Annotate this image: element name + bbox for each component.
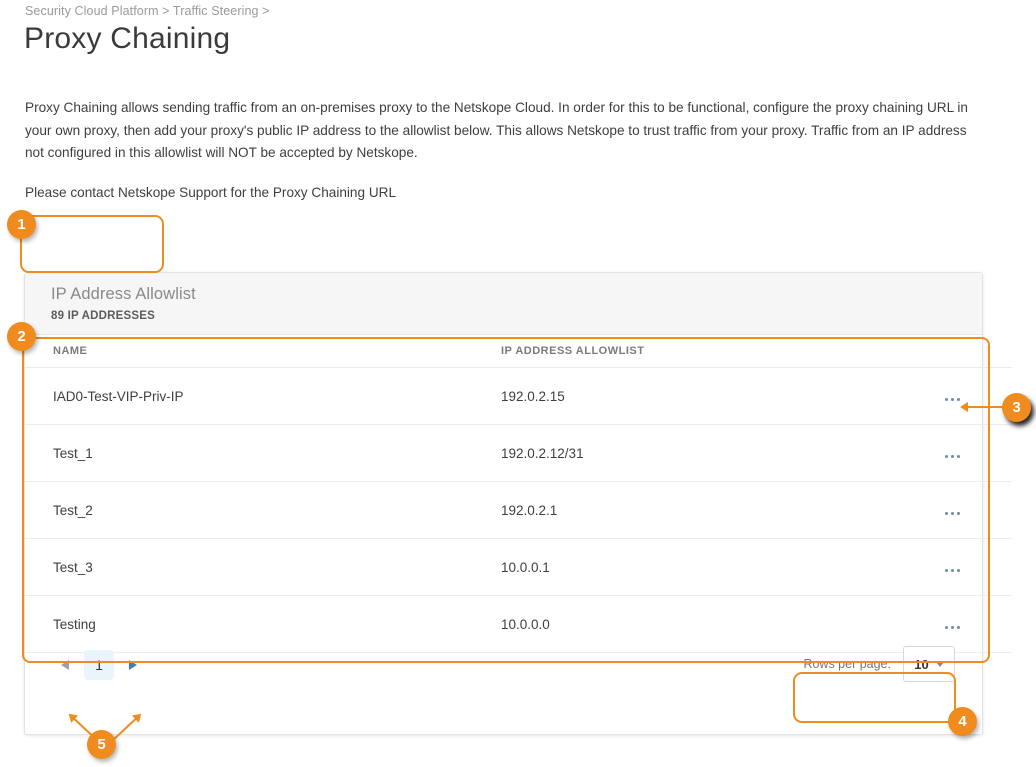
callout-badge-1: 1 — [7, 210, 36, 239]
cell-name: Test_3 — [25, 538, 501, 596]
card-footer: 1 Rows per page: 10 — [25, 636, 982, 734]
callout-badge-4: 4 — [948, 707, 977, 736]
description-paragraph-2: Please contact Netskope Support for the … — [25, 185, 397, 200]
add-ip-address-button[interactable]: ADD IP ADDRESS — [28, 223, 152, 261]
column-header-actions — [941, 335, 1012, 368]
table-row[interactable]: Test_2 192.0.2.1 — [25, 481, 1012, 539]
ellipsis-icon[interactable] — [941, 454, 963, 458]
rows-per-page-select[interactable]: 10 — [903, 646, 955, 682]
cell-name: Test_2 — [25, 481, 501, 539]
card-title: IP Address Allowlist — [51, 285, 196, 303]
column-header-ip-address-allowlist[interactable]: IP ADDRESS ALLOWLIST — [501, 335, 941, 368]
row-actions-cell — [941, 367, 1012, 425]
breadcrumb: Security Cloud Platform > Traffic Steeri… — [25, 4, 270, 18]
table-head: NAME IP ADDRESS ALLOWLIST — [25, 335, 1012, 368]
ellipsis-icon[interactable] — [941, 397, 963, 401]
card-subtitle: 89 IP ADDRESSES — [51, 310, 155, 322]
rows-per-page-value: 10 — [914, 656, 929, 672]
rows-per-page-label: Rows per page: — [803, 657, 891, 671]
cell-name: IAD0-Test-VIP-Priv-IP — [25, 367, 501, 425]
table-row[interactable]: Test_3 10.0.0.1 — [25, 538, 1012, 596]
row-actions-cell — [941, 481, 1012, 539]
chevron-down-icon — [935, 661, 944, 667]
row-actions-cell — [941, 538, 1012, 596]
table-row[interactable]: IAD0-Test-VIP-Priv-IP 192.0.2.15 — [25, 367, 1012, 425]
callout-badge-2: 2 — [7, 322, 36, 351]
cell-ip: 192.0.2.12/31 — [501, 424, 941, 482]
row-actions-cell — [941, 424, 1012, 482]
cell-name: Test_1 — [25, 424, 501, 482]
page-number-1[interactable]: 1 — [84, 650, 114, 680]
previous-page-icon[interactable] — [61, 657, 74, 673]
description-paragraph-1: Proxy Chaining allows sending traffic fr… — [25, 100, 968, 160]
cell-ip: 192.0.2.1 — [501, 481, 941, 539]
table-row[interactable]: Test_1 192.0.2.12/31 — [25, 424, 1012, 482]
ip-allowlist-table: NAME IP ADDRESS ALLOWLIST IAD0-Test-VIP-… — [25, 335, 1012, 653]
callout-badge-3: 3 — [1002, 393, 1031, 422]
ellipsis-icon[interactable] — [941, 625, 963, 629]
card-header: IP Address Allowlist 89 IP ADDRESSES — [25, 273, 982, 335]
ip-allowlist-card: IP Address Allowlist 89 IP ADDRESSES NAM… — [24, 272, 1012, 735]
cell-ip: 192.0.2.15 — [501, 367, 941, 425]
next-page-icon[interactable] — [124, 657, 137, 673]
rows-per-page-control: Rows per page: 10 — [803, 646, 955, 682]
table-body: IAD0-Test-VIP-Priv-IP 192.0.2.15 Test_1 … — [25, 367, 1012, 653]
table-header-row: NAME IP ADDRESS ALLOWLIST — [25, 335, 1012, 368]
callout-badge-5: 5 — [87, 730, 116, 759]
cell-ip: 10.0.0.1 — [501, 538, 941, 596]
pagination: 1 — [61, 650, 137, 680]
page-title: Proxy Chaining — [24, 22, 231, 55]
column-header-name[interactable]: NAME — [25, 335, 501, 368]
ellipsis-icon[interactable] — [941, 568, 963, 572]
ellipsis-icon[interactable] — [941, 511, 963, 515]
